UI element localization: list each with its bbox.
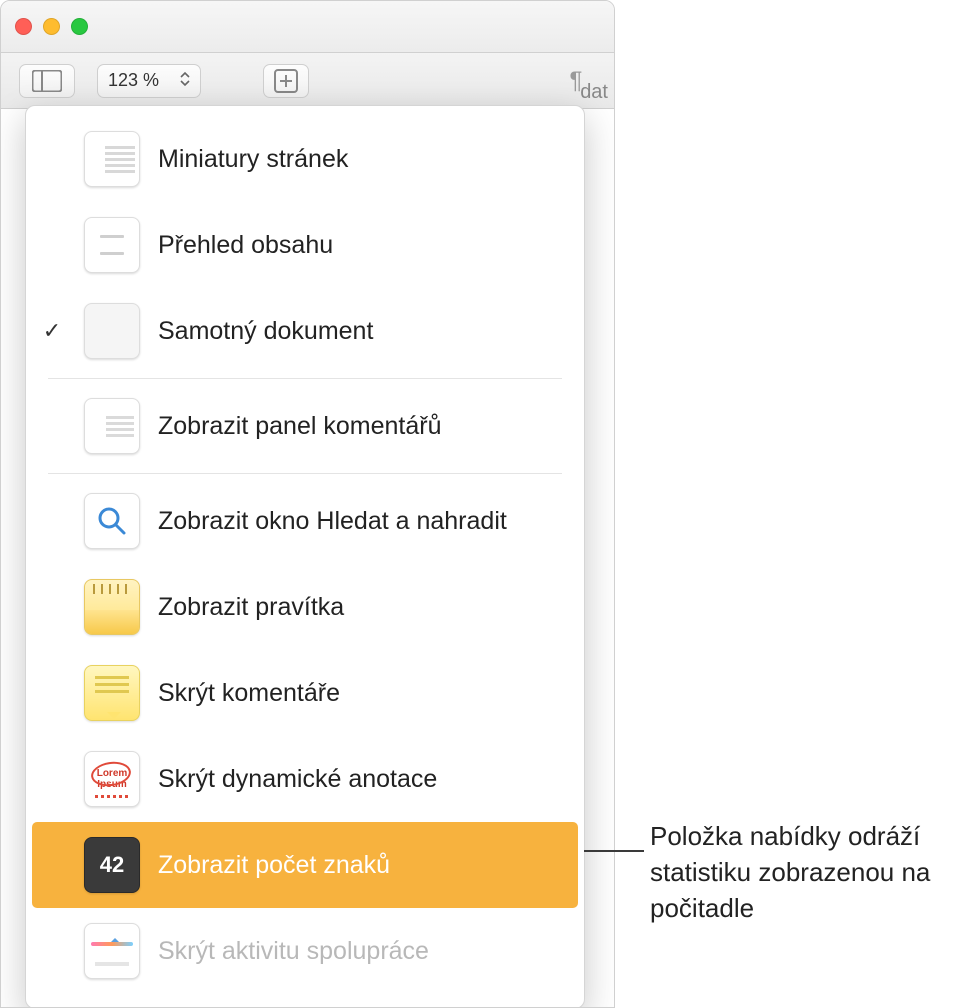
badge-number: 42 xyxy=(100,852,124,878)
chevron-updown-icon xyxy=(180,71,190,90)
search-icon xyxy=(84,493,140,549)
comments-pane-icon xyxy=(84,398,140,454)
menu-item-hide-collaboration-activity: Skrýt aktivitu spolupráce xyxy=(26,908,584,994)
checkmark-icon: ✓ xyxy=(38,318,66,344)
menu-item-label: Samotný dokument xyxy=(158,317,373,346)
menu-item-table-of-contents[interactable]: Přehled obsahu xyxy=(26,202,584,288)
annotations-icon: Lorem Ipsum xyxy=(84,751,140,807)
menu-item-label: Miniatury stránek xyxy=(158,145,348,174)
plus-in-box-icon xyxy=(274,69,298,93)
menu-item-show-rulers[interactable]: Zobrazit pravítka xyxy=(26,564,584,650)
zoom-dropdown[interactable]: 123 % xyxy=(97,64,201,98)
titlebar xyxy=(1,1,614,53)
menu-separator xyxy=(48,473,562,474)
callout-text: Položka nabídky odráží statistiku zobraz… xyxy=(650,818,960,926)
ruler-icon xyxy=(84,579,140,635)
menu-item-hide-smart-annotations[interactable]: Lorem Ipsum Skrýt dynamické anotace xyxy=(26,736,584,822)
app-window: 123 % ¶ dat Miniatury stránek xyxy=(0,0,615,1008)
sticky-note-icon xyxy=(84,665,140,721)
close-window-button[interactable] xyxy=(15,18,32,35)
menu-separator xyxy=(48,378,562,379)
window-controls xyxy=(15,18,88,35)
menu-item-document-only[interactable]: ✓ Samotný dokument xyxy=(26,288,584,374)
menu-item-label: Zobrazit pravítka xyxy=(158,593,344,622)
menu-item-show-comments-pane[interactable]: Zobrazit panel komentářů xyxy=(26,383,584,469)
word-count-badge-icon: 42 xyxy=(84,837,140,893)
menu-item-label: Skrýt aktivitu spolupráce xyxy=(158,937,429,966)
menu-item-find-replace[interactable]: Zobrazit okno Hledat a nahradit xyxy=(26,478,584,564)
document-icon xyxy=(84,303,140,359)
menu-item-hide-comments[interactable]: Skrýt komentáře xyxy=(26,650,584,736)
toc-icon xyxy=(84,217,140,273)
menu-item-label: Zobrazit počet znaků xyxy=(158,851,390,880)
menu-item-show-character-count[interactable]: 42 Zobrazit počet znaků xyxy=(32,822,578,908)
view-menu-popup: Miniatury stránek Přehled obsahu ✓ Samot… xyxy=(25,105,585,1008)
zoom-window-button[interactable] xyxy=(71,18,88,35)
menu-item-label: Zobrazit panel komentářů xyxy=(158,412,441,441)
toolbar: 123 % ¶ xyxy=(1,53,614,109)
collaboration-icon xyxy=(84,923,140,979)
page-thumbnails-icon xyxy=(84,131,140,187)
truncated-toolbar-label: dat xyxy=(580,81,608,104)
menu-item-page-thumbnails[interactable]: Miniatury stránek xyxy=(26,116,584,202)
view-menu-button[interactable] xyxy=(19,64,75,98)
add-page-button[interactable] xyxy=(263,64,309,98)
menu-item-label: Skrýt komentáře xyxy=(158,679,340,708)
sidebar-icon xyxy=(32,70,62,92)
menu-item-label: Přehled obsahu xyxy=(158,231,333,260)
callout-leader-line xyxy=(584,850,644,852)
menu-item-label: Skrýt dynamické anotace xyxy=(158,765,437,794)
minimize-window-button[interactable] xyxy=(43,18,60,35)
menu-item-label: Zobrazit okno Hledat a nahradit xyxy=(158,507,507,536)
zoom-value: 123 % xyxy=(108,70,159,91)
